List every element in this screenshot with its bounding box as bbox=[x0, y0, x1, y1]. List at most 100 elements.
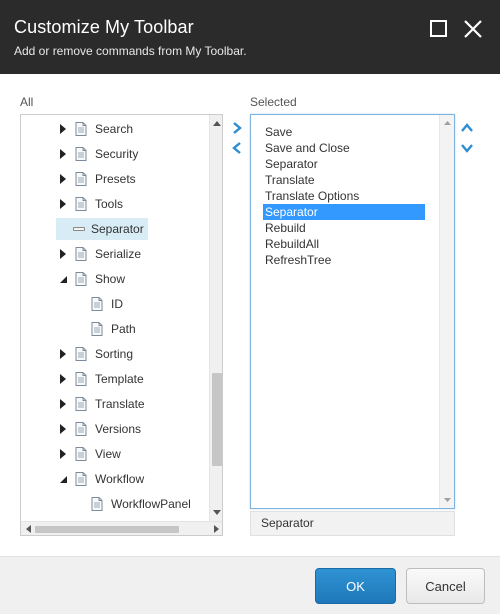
expand-arrow-icon[interactable] bbox=[56, 447, 70, 461]
document-icon bbox=[73, 396, 89, 412]
document-icon bbox=[89, 296, 105, 312]
all-label: All bbox=[20, 95, 34, 109]
tree-item[interactable]: Versions bbox=[56, 418, 141, 440]
scroll-right-icon[interactable] bbox=[212, 525, 220, 533]
ok-button[interactable]: OK bbox=[315, 568, 396, 604]
maximize-icon[interactable] bbox=[428, 18, 450, 40]
expand-arrow-icon[interactable] bbox=[56, 347, 70, 361]
document-icon bbox=[73, 346, 89, 362]
tree-vertical-scrollbar[interactable] bbox=[209, 115, 222, 521]
all-commands-tree[interactable]: Search Security Presets Tools Separator Seria… bbox=[20, 114, 223, 536]
selected-list-item[interactable]: RebuildAll bbox=[263, 236, 425, 252]
tree-item-label: ID bbox=[111, 297, 123, 311]
selected-label: Selected bbox=[250, 95, 297, 109]
tree-item-label: Show bbox=[95, 272, 126, 286]
tree-item[interactable]: Show bbox=[56, 268, 125, 290]
tree-item[interactable]: View bbox=[56, 443, 121, 465]
scroll-up-icon[interactable] bbox=[213, 120, 221, 128]
tree-item-label: Serialize bbox=[95, 247, 142, 261]
chevron-left-icon bbox=[232, 142, 241, 154]
dialog-title: Customize My Toolbar bbox=[14, 17, 194, 37]
document-icon bbox=[73, 146, 89, 162]
scroll-down-icon[interactable] bbox=[444, 496, 451, 503]
document-icon bbox=[73, 421, 89, 437]
tree-item[interactable]: Translate bbox=[56, 393, 145, 415]
expand-arrow-icon[interactable] bbox=[56, 397, 70, 411]
selected-list-item[interactable]: Separator bbox=[263, 204, 425, 220]
selected-commands-list[interactable]: Save Save and Close Separator Translate Tran… bbox=[250, 114, 455, 509]
tree-item[interactable]: Serialize bbox=[56, 243, 141, 265]
tree-item-label: Path bbox=[111, 322, 136, 336]
dialog-header: Customize My Toolbar Add or remove comma… bbox=[0, 0, 500, 74]
selected-list-items: Save Save and Close Separator Translate Tran… bbox=[263, 124, 425, 268]
tree-horizontal-scroll-thumb[interactable] bbox=[35, 526, 179, 533]
cancel-button[interactable]: Cancel bbox=[406, 568, 485, 604]
tree-item-label: Tools bbox=[95, 197, 124, 211]
tree-vertical-scroll-thumb[interactable] bbox=[212, 373, 222, 466]
tree-item-label: View bbox=[95, 447, 121, 461]
document-icon bbox=[73, 446, 89, 462]
remove-command-button[interactable] bbox=[230, 141, 244, 155]
document-icon bbox=[73, 171, 89, 187]
expand-arrow-icon[interactable] bbox=[56, 197, 70, 211]
tree-item[interactable]: WorkflowPanel bbox=[72, 493, 191, 515]
selected-list-item[interactable]: Save and Close bbox=[263, 140, 425, 156]
tree-item[interactable]: Security bbox=[56, 143, 138, 165]
tree-item[interactable]: ID bbox=[72, 293, 123, 315]
document-icon bbox=[73, 121, 89, 137]
selected-list-item[interactable]: Translate bbox=[263, 172, 425, 188]
tree-horizontal-scrollbar[interactable] bbox=[21, 521, 222, 535]
expand-arrow-icon[interactable] bbox=[56, 422, 70, 436]
tree-item-label: Search bbox=[95, 122, 134, 136]
document-icon bbox=[73, 271, 89, 287]
scroll-left-icon[interactable] bbox=[25, 525, 33, 533]
add-command-button[interactable] bbox=[230, 121, 244, 135]
tree-item[interactable]: Workflow bbox=[56, 468, 144, 490]
collapse-arrow-icon[interactable] bbox=[56, 472, 70, 486]
expand-arrow-icon[interactable] bbox=[56, 372, 70, 386]
expand-arrow-icon[interactable] bbox=[56, 147, 70, 161]
expand-arrow-icon[interactable] bbox=[56, 172, 70, 186]
tree-item-label: Translate bbox=[95, 397, 145, 411]
scroll-down-icon[interactable] bbox=[213, 508, 221, 516]
move-up-button[interactable] bbox=[460, 121, 474, 135]
selected-list-item[interactable]: Translate Options bbox=[263, 188, 425, 204]
selected-list-item[interactable]: RefreshTree bbox=[263, 252, 425, 268]
tree-item[interactable]: Search bbox=[56, 118, 133, 140]
tree-item[interactable]: Separator bbox=[56, 218, 148, 240]
tree-item[interactable]: Tools bbox=[56, 193, 123, 215]
tree-item[interactable]: Sorting bbox=[56, 343, 133, 365]
tree-item-label: Versions bbox=[95, 422, 142, 436]
tree-item-label: Template bbox=[95, 372, 144, 386]
scroll-up-icon[interactable] bbox=[444, 120, 451, 127]
dialog-subtitle: Add or remove commands from My Toolbar. bbox=[14, 44, 247, 58]
document-icon bbox=[73, 246, 89, 262]
tree-item-label: Workflow bbox=[95, 472, 145, 486]
close-icon[interactable] bbox=[462, 18, 484, 40]
tree-item-label: Sorting bbox=[95, 347, 134, 361]
chevron-up-icon bbox=[461, 123, 473, 132]
tree-item-label: Security bbox=[95, 147, 139, 161]
selected-list-item[interactable]: Save bbox=[263, 124, 425, 140]
selected-list-scrollbar[interactable] bbox=[439, 115, 454, 508]
document-icon bbox=[73, 371, 89, 387]
selected-item-field: Separator bbox=[250, 511, 455, 536]
tree-content: Search Security Presets Tools Separator Seria… bbox=[21, 115, 209, 521]
document-icon bbox=[73, 196, 89, 212]
tree-item-label: WorkflowPanel bbox=[111, 497, 191, 511]
tree-item[interactable]: Template bbox=[56, 368, 144, 390]
expand-arrow-icon[interactable] bbox=[56, 247, 70, 261]
tree-item-label: Presets bbox=[95, 172, 136, 186]
collapse-arrow-icon[interactable] bbox=[56, 272, 70, 286]
selected-list-item[interactable]: Rebuild bbox=[263, 220, 425, 236]
tree-item[interactable]: Path bbox=[72, 318, 136, 340]
selected-list-item[interactable]: Separator bbox=[263, 156, 425, 172]
move-down-button[interactable] bbox=[460, 141, 474, 155]
document-icon bbox=[89, 496, 105, 512]
expand-arrow-icon[interactable] bbox=[56, 122, 70, 136]
tree-item[interactable]: Presets bbox=[56, 168, 136, 190]
